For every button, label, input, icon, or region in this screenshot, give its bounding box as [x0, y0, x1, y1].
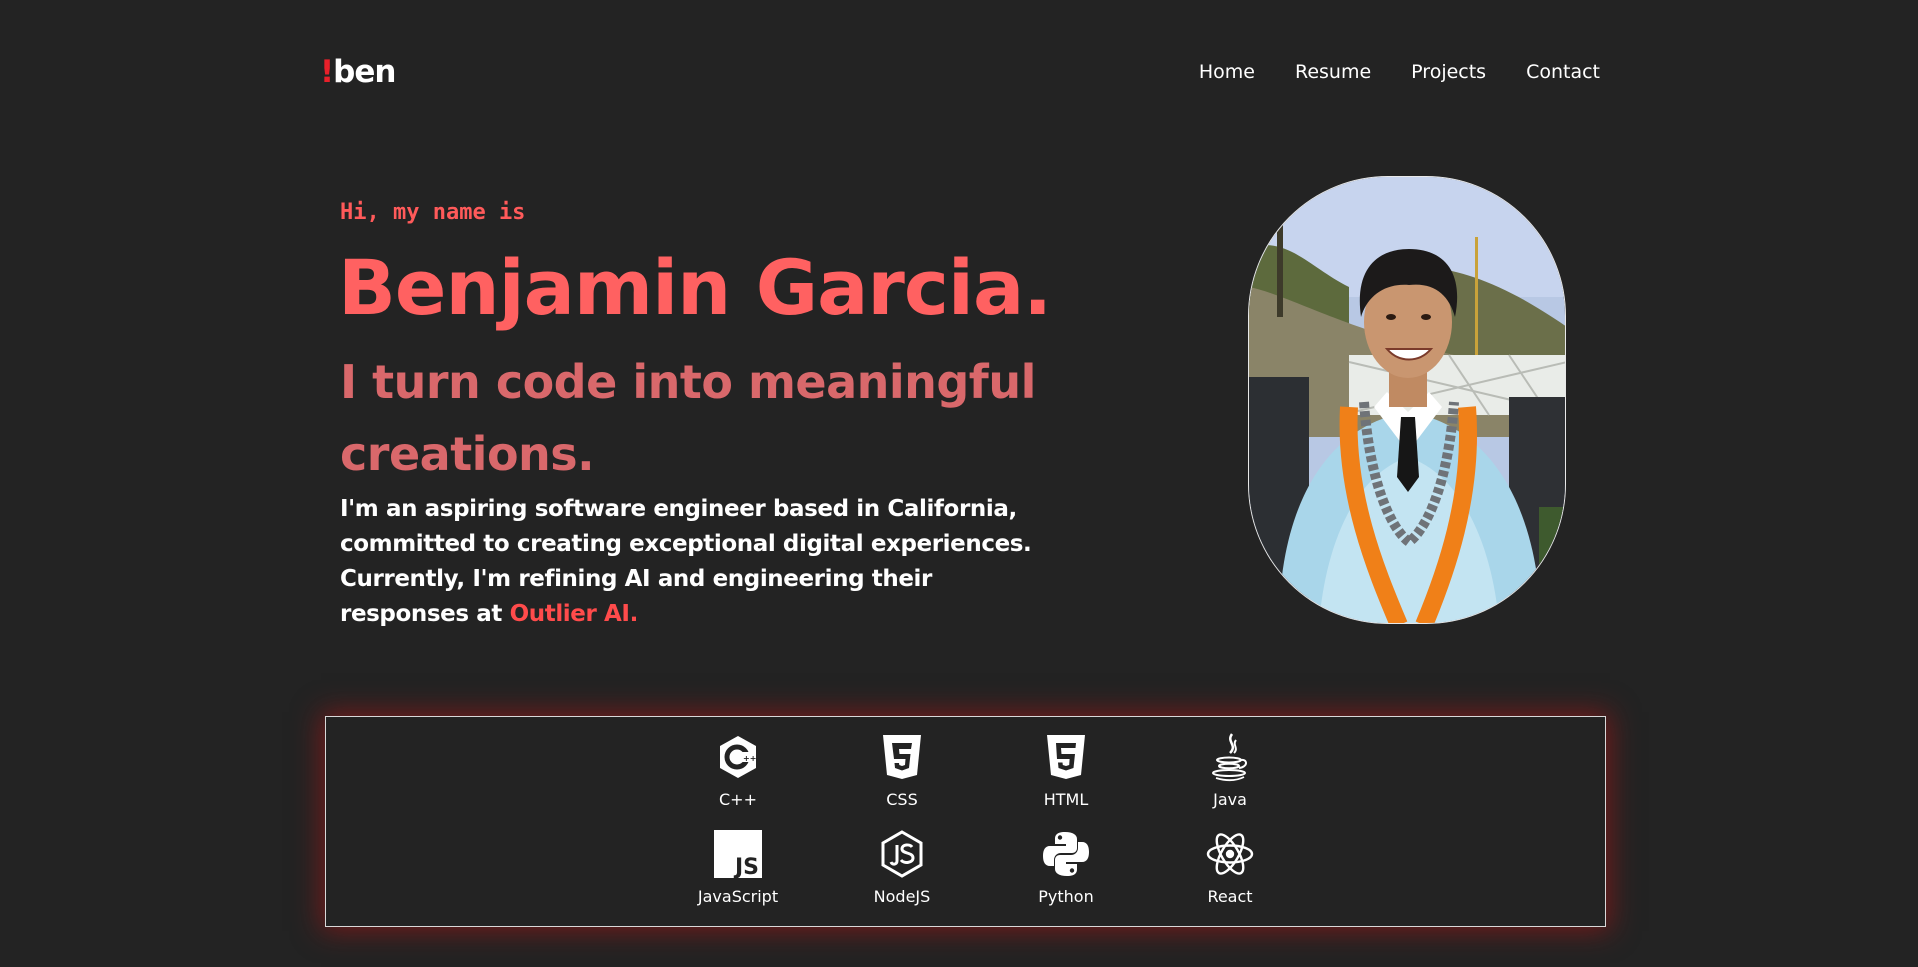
skill-react: React [1148, 828, 1312, 925]
nodejs-icon [876, 828, 928, 880]
cplusplus-icon: ++ [712, 731, 764, 783]
nav-link-contact[interactable]: Contact [1526, 58, 1600, 86]
skill-label: JavaScript [697, 887, 779, 906]
python-icon [1040, 828, 1092, 880]
hero-greeting: Hi, my name is [340, 200, 526, 225]
logo-bang: ! [320, 54, 334, 90]
hero-name: Benjamin Garcia. [338, 243, 1052, 332]
html5-icon [1040, 731, 1092, 783]
skill-javascript: JS JavaScript [656, 828, 820, 925]
skill-cplusplus: ++ C++ [656, 731, 820, 828]
skill-html: HTML [984, 731, 1148, 828]
main-nav: Home Resume Projects Contact [1199, 58, 1600, 86]
skill-nodejs: NodeJS [820, 828, 984, 925]
profile-photo-image [1249, 177, 1565, 623]
javascript-icon: JS [712, 828, 764, 880]
skill-label: CSS [886, 790, 918, 809]
skill-label: HTML [1043, 790, 1089, 809]
company-link[interactable]: Outlier AI. [510, 601, 639, 627]
profile-photo [1248, 176, 1566, 624]
java-icon [1204, 731, 1256, 783]
skill-python: Python [984, 828, 1148, 925]
svg-text:++: ++ [743, 754, 756, 763]
svg-text:JS: JS [733, 855, 759, 878]
skill-label: Python [1038, 887, 1094, 906]
hero-bio-text: I'm an aspiring software engineer based … [340, 496, 1032, 627]
logo-text: ben [333, 54, 396, 90]
hero-tagline: I turn code into meaningful creations. [340, 355, 1036, 481]
nav-link-home[interactable]: Home [1199, 58, 1255, 86]
skill-label: C++ [719, 790, 757, 809]
skills-grid: ++ C++ CSS HTML Java JS JavaScript NodeJ… [656, 731, 1312, 925]
portfolio-page: !ben Home Resume Projects Contact Hi, my… [0, 0, 1918, 967]
nav-link-resume[interactable]: Resume [1295, 58, 1371, 86]
skills-panel: ++ C++ CSS HTML Java JS JavaScript NodeJ… [325, 716, 1606, 927]
site-logo[interactable]: !ben [320, 52, 396, 92]
css3-icon [876, 731, 928, 783]
nav-link-projects[interactable]: Projects [1411, 58, 1486, 86]
skill-label: NodeJS [873, 887, 931, 906]
hero-bio: I'm an aspiring software engineer based … [340, 492, 1060, 632]
react-icon [1204, 828, 1256, 880]
skill-label: React [1207, 887, 1253, 906]
skill-label: Java [1213, 790, 1247, 809]
skill-java: Java [1148, 731, 1312, 828]
skill-css: CSS [820, 731, 984, 828]
